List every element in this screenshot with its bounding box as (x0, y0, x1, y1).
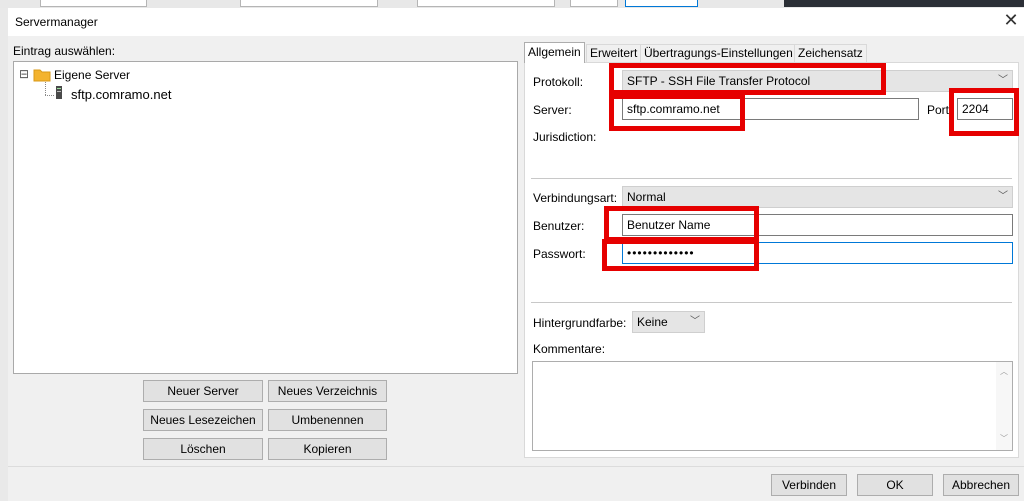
new-bookmark-button[interactable]: Neues Lesezeichen (143, 409, 263, 431)
server-icon (56, 86, 62, 99)
server-label: Server: (533, 103, 572, 117)
highlight-password (602, 239, 759, 271)
chevron-down-icon: ﹀ (998, 191, 1008, 202)
chevron-up-icon[interactable]: ︿ (996, 366, 1012, 377)
tree-connector (45, 95, 54, 96)
comments-scrollbar[interactable]: ︿ ﹀ (996, 362, 1012, 450)
comments-label: Kommentare: (533, 342, 606, 356)
background-field (417, 0, 555, 7)
separator (531, 302, 1012, 303)
window-title: Servermanager (15, 15, 98, 29)
user-label: Benutzer: (533, 219, 585, 233)
logon-type-select[interactable]: Normal ﹀ (622, 186, 1013, 208)
comments-textarea[interactable]: ︿ ﹀ (532, 361, 1013, 451)
background-left-edge (0, 8, 8, 501)
background-color-select[interactable]: Keine ﹀ (632, 311, 705, 333)
folder-icon (33, 69, 51, 82)
tree-expander-icon[interactable]: ⊟ (19, 68, 29, 80)
protocol-label: Protokoll: (533, 75, 584, 89)
new-server-button[interactable]: Neuer Server (143, 380, 263, 402)
background-color-label: Hintergrundfarbe: (533, 316, 627, 330)
rename-button[interactable]: Umbenennen (268, 409, 387, 431)
highlight-port (949, 88, 1019, 136)
title-bar (8, 8, 1024, 36)
logon-type-value: Normal (627, 190, 666, 204)
logon-type-label: Verbindungsart: (533, 191, 618, 205)
highlight-protocol (609, 63, 886, 95)
new-folder-button[interactable]: Neues Verzeichnis (268, 380, 387, 402)
tree-item-own-servers[interactable]: Eigene Server (54, 68, 130, 82)
highlight-server (609, 94, 745, 131)
close-icon[interactable]: ✕ (1002, 10, 1020, 30)
tree-item-server[interactable]: sftp.comramo.net (71, 87, 171, 102)
background-field (40, 0, 147, 7)
background-color-value: Keine (637, 315, 668, 329)
jurisdiction-label: Jurisdiction: (533, 130, 597, 144)
background-dark-region (784, 0, 1024, 7)
tab-charset[interactable]: Zeichensatz (794, 44, 867, 63)
server-tree[interactable]: ⊟ Eigene Server sftp.comramo.net (13, 61, 518, 374)
highlight-user (604, 206, 759, 242)
tab-general[interactable]: Allgemein (524, 42, 585, 63)
separator (531, 178, 1012, 179)
password-label: Passwort: (533, 247, 586, 261)
chevron-down-icon[interactable]: ﹀ (996, 433, 1012, 444)
tab-transfer-settings[interactable]: Übertragungs-Einstellungen (640, 44, 797, 63)
background-field (625, 0, 698, 7)
chevron-down-icon: ﹀ (690, 316, 700, 327)
background-field (240, 0, 378, 7)
copy-button[interactable]: Kopieren (268, 438, 387, 460)
connect-button[interactable]: Verbinden (771, 474, 847, 496)
delete-button[interactable]: Löschen (143, 438, 263, 460)
ok-button[interactable]: OK (857, 474, 933, 496)
tab-advanced[interactable]: Erweitert (586, 44, 642, 63)
entry-select-label: Eintrag auswählen: (13, 44, 116, 58)
cancel-button[interactable]: Abbrechen (943, 474, 1019, 496)
background-field (570, 0, 618, 7)
tree-connector (45, 82, 46, 95)
